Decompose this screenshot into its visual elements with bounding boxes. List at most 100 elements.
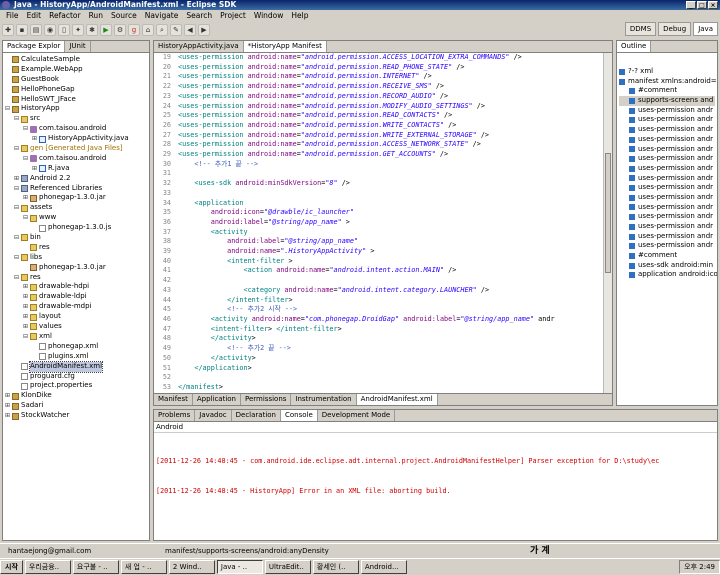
expand-toggle-icon[interactable]: ⊟ (14, 144, 21, 154)
outline-item[interactable]: uses-permission andr (619, 135, 715, 145)
minimize-button[interactable]: _ (686, 1, 696, 9)
tree-item[interactable]: ⊞ R.java (5, 164, 149, 174)
tab-development-mode[interactable]: Development Mode (318, 410, 396, 421)
tree-item[interactable]: ⊟ HistoryApp (5, 104, 149, 114)
expand-toggle-icon[interactable]: ⊞ (23, 292, 30, 302)
expand-toggle-icon[interactable]: ⊞ (23, 312, 30, 322)
tree-item[interactable]: ⊞ layout (5, 312, 149, 322)
tree-item[interactable]: res (5, 243, 149, 253)
tree-item[interactable]: proguard.cfg (5, 372, 149, 382)
outline-item[interactable]: uses-sdk android:min (619, 261, 715, 271)
outline-item[interactable]: uses-permission andr (619, 125, 715, 135)
start-button[interactable]: 시작 (0, 560, 23, 574)
tab-application[interactable]: Application (193, 394, 241, 405)
expand-toggle-icon[interactable]: ⊞ (32, 134, 39, 144)
tab-manifest-editor[interactable]: *HistoryApp Manifest (243, 41, 327, 52)
task-item[interactable]: 황세인 (.. (312, 560, 359, 574)
android-sdk-icon[interactable]: ◉ (44, 23, 56, 36)
expand-toggle-icon[interactable]: ⊞ (23, 322, 30, 332)
outline-item[interactable]: uses-permission andr (619, 174, 715, 184)
tree-item[interactable]: ⊞ values (5, 322, 149, 332)
expand-toggle-icon[interactable]: ⊞ (14, 174, 21, 184)
expand-toggle-icon[interactable]: ⊟ (23, 213, 30, 223)
perspective-java[interactable]: Java (693, 22, 718, 36)
tree-item[interactable]: CalculateSample (5, 55, 149, 65)
new-icon[interactable]: ✚ (2, 23, 14, 36)
perspective-ddms[interactable]: DDMS (624, 22, 657, 36)
outline-item[interactable]: uses-permission andr (619, 164, 715, 174)
tab-junit[interactable]: JUnit (65, 41, 91, 52)
tab-package-explorer[interactable]: Package Explor (3, 41, 66, 52)
menu-source[interactable]: Source (111, 10, 137, 21)
debug-icon[interactable]: ✱ (86, 23, 98, 36)
perspective-debug[interactable]: Debug (658, 22, 692, 36)
open-type-icon[interactable]: ⌂ (142, 23, 154, 36)
outline-item[interactable]: #comment (619, 86, 715, 96)
close-button[interactable]: × (708, 1, 718, 9)
tree-item[interactable]: project.properties (5, 381, 149, 391)
tree-item[interactable]: ⊟ bin (5, 233, 149, 243)
outline-item[interactable]: uses-permission andr (619, 222, 715, 232)
task-item[interactable]: 우리금융.. (24, 560, 71, 574)
expand-toggle-icon[interactable]: ⊟ (14, 273, 21, 283)
tree-item[interactable]: ⊞ drawable-ldpi (5, 292, 149, 302)
tab-historyappactivity-java[interactable]: HistoryAppActivity.java (154, 41, 244, 52)
expand-toggle-icon[interactable]: ⊞ (5, 411, 12, 421)
editor-scrollbar[interactable] (603, 53, 612, 393)
annotation-icon[interactable]: ✎ (170, 23, 182, 36)
tab-instrumentation[interactable]: Instrumentation (291, 394, 357, 405)
expand-toggle-icon[interactable]: ⊟ (5, 104, 12, 114)
task-item[interactable]: 2 Wind.. (168, 560, 215, 574)
tree-item[interactable]: ⊞ drawable-hdpi (5, 282, 149, 292)
outline-item[interactable]: supports-screens and (619, 96, 715, 106)
outline-item[interactable]: uses-permission andr (619, 212, 715, 222)
tree-item[interactable]: ⊟ com.taisou.android (5, 124, 149, 134)
expand-toggle-icon[interactable]: ⊟ (14, 203, 21, 213)
maximize-button[interactable]: □ (697, 1, 707, 9)
expand-toggle-icon[interactable]: ⊞ (32, 164, 39, 174)
task-item[interactable]: Android... (360, 560, 407, 574)
menu-file[interactable]: File (6, 10, 19, 21)
expand-toggle-icon[interactable]: ⊟ (23, 154, 30, 164)
task-item-active[interactable]: Java - .. (216, 560, 263, 574)
tab-manifest[interactable]: Manifest (154, 394, 193, 405)
tree-item[interactable]: HelloSWT_JFace (5, 95, 149, 105)
run-icon[interactable]: ▶ (100, 23, 112, 36)
expand-toggle-icon[interactable]: ⊞ (5, 391, 12, 401)
outline-item[interactable]: manifest xmlns:android=ht (619, 77, 717, 87)
tree-item[interactable]: ⊟ xml (5, 332, 149, 342)
outline-item[interactable]: uses-permission andr (619, 203, 715, 213)
outline-item[interactable]: uses-permission andr (619, 145, 715, 155)
outline-item[interactable]: uses-permission andr (619, 241, 715, 251)
expand-toggle-icon[interactable]: ⊟ (23, 124, 30, 134)
tree-item[interactable]: phonegap-1.3.0.jar (5, 263, 149, 273)
menu-search[interactable]: Search (186, 10, 212, 21)
search-icon[interactable]: ⌕ (156, 23, 168, 36)
tree-item[interactable]: ⊞ drawable-mdpi (5, 302, 149, 312)
expand-toggle-icon[interactable]: ⊟ (14, 184, 21, 194)
tree-item[interactable]: ⊞ Android 2.2 (5, 174, 149, 184)
outline-item[interactable]: uses-permission andr (619, 115, 715, 125)
outline-item[interactable]: uses-permission andr (619, 232, 715, 242)
tree-item[interactable]: phonegap-1.3.0.js (5, 223, 149, 233)
outline-item[interactable]: application android:ico (619, 270, 717, 280)
tree-item[interactable]: ⊟ res (5, 273, 149, 283)
menu-navigate[interactable]: Navigate (145, 10, 179, 21)
expand-toggle-icon[interactable]: ⊞ (23, 302, 30, 312)
expand-toggle-icon[interactable]: ⊞ (23, 282, 30, 292)
expand-toggle-icon[interactable]: ⊟ (14, 233, 21, 243)
code-area[interactable]: 19 <uses-permission android:name="android… (154, 53, 612, 393)
tree-item[interactable]: ⊟ assets (5, 203, 149, 213)
google-icon[interactable]: g (128, 23, 140, 36)
avd-manager-icon[interactable]: ▯ (58, 23, 70, 36)
expand-toggle-icon[interactable]: ⊟ (14, 253, 21, 263)
expand-toggle-icon[interactable]: ⊞ (5, 401, 12, 411)
tree-item[interactable]: ⊟ com.taisou.android (5, 154, 149, 164)
tab-outline[interactable]: Outline (617, 41, 652, 52)
expand-toggle-icon[interactable]: ⊟ (23, 332, 30, 342)
tree-item[interactable]: ⊞ Sadari (5, 401, 149, 411)
tab-androidmanifest-xml[interactable]: AndroidManifest.xml (356, 394, 438, 405)
tree-item[interactable]: ⊞ HistoryAppActivity.java (5, 134, 149, 144)
forward-icon[interactable]: ▶ (198, 23, 210, 36)
tree-item[interactable]: phonegap.xml (5, 342, 149, 352)
